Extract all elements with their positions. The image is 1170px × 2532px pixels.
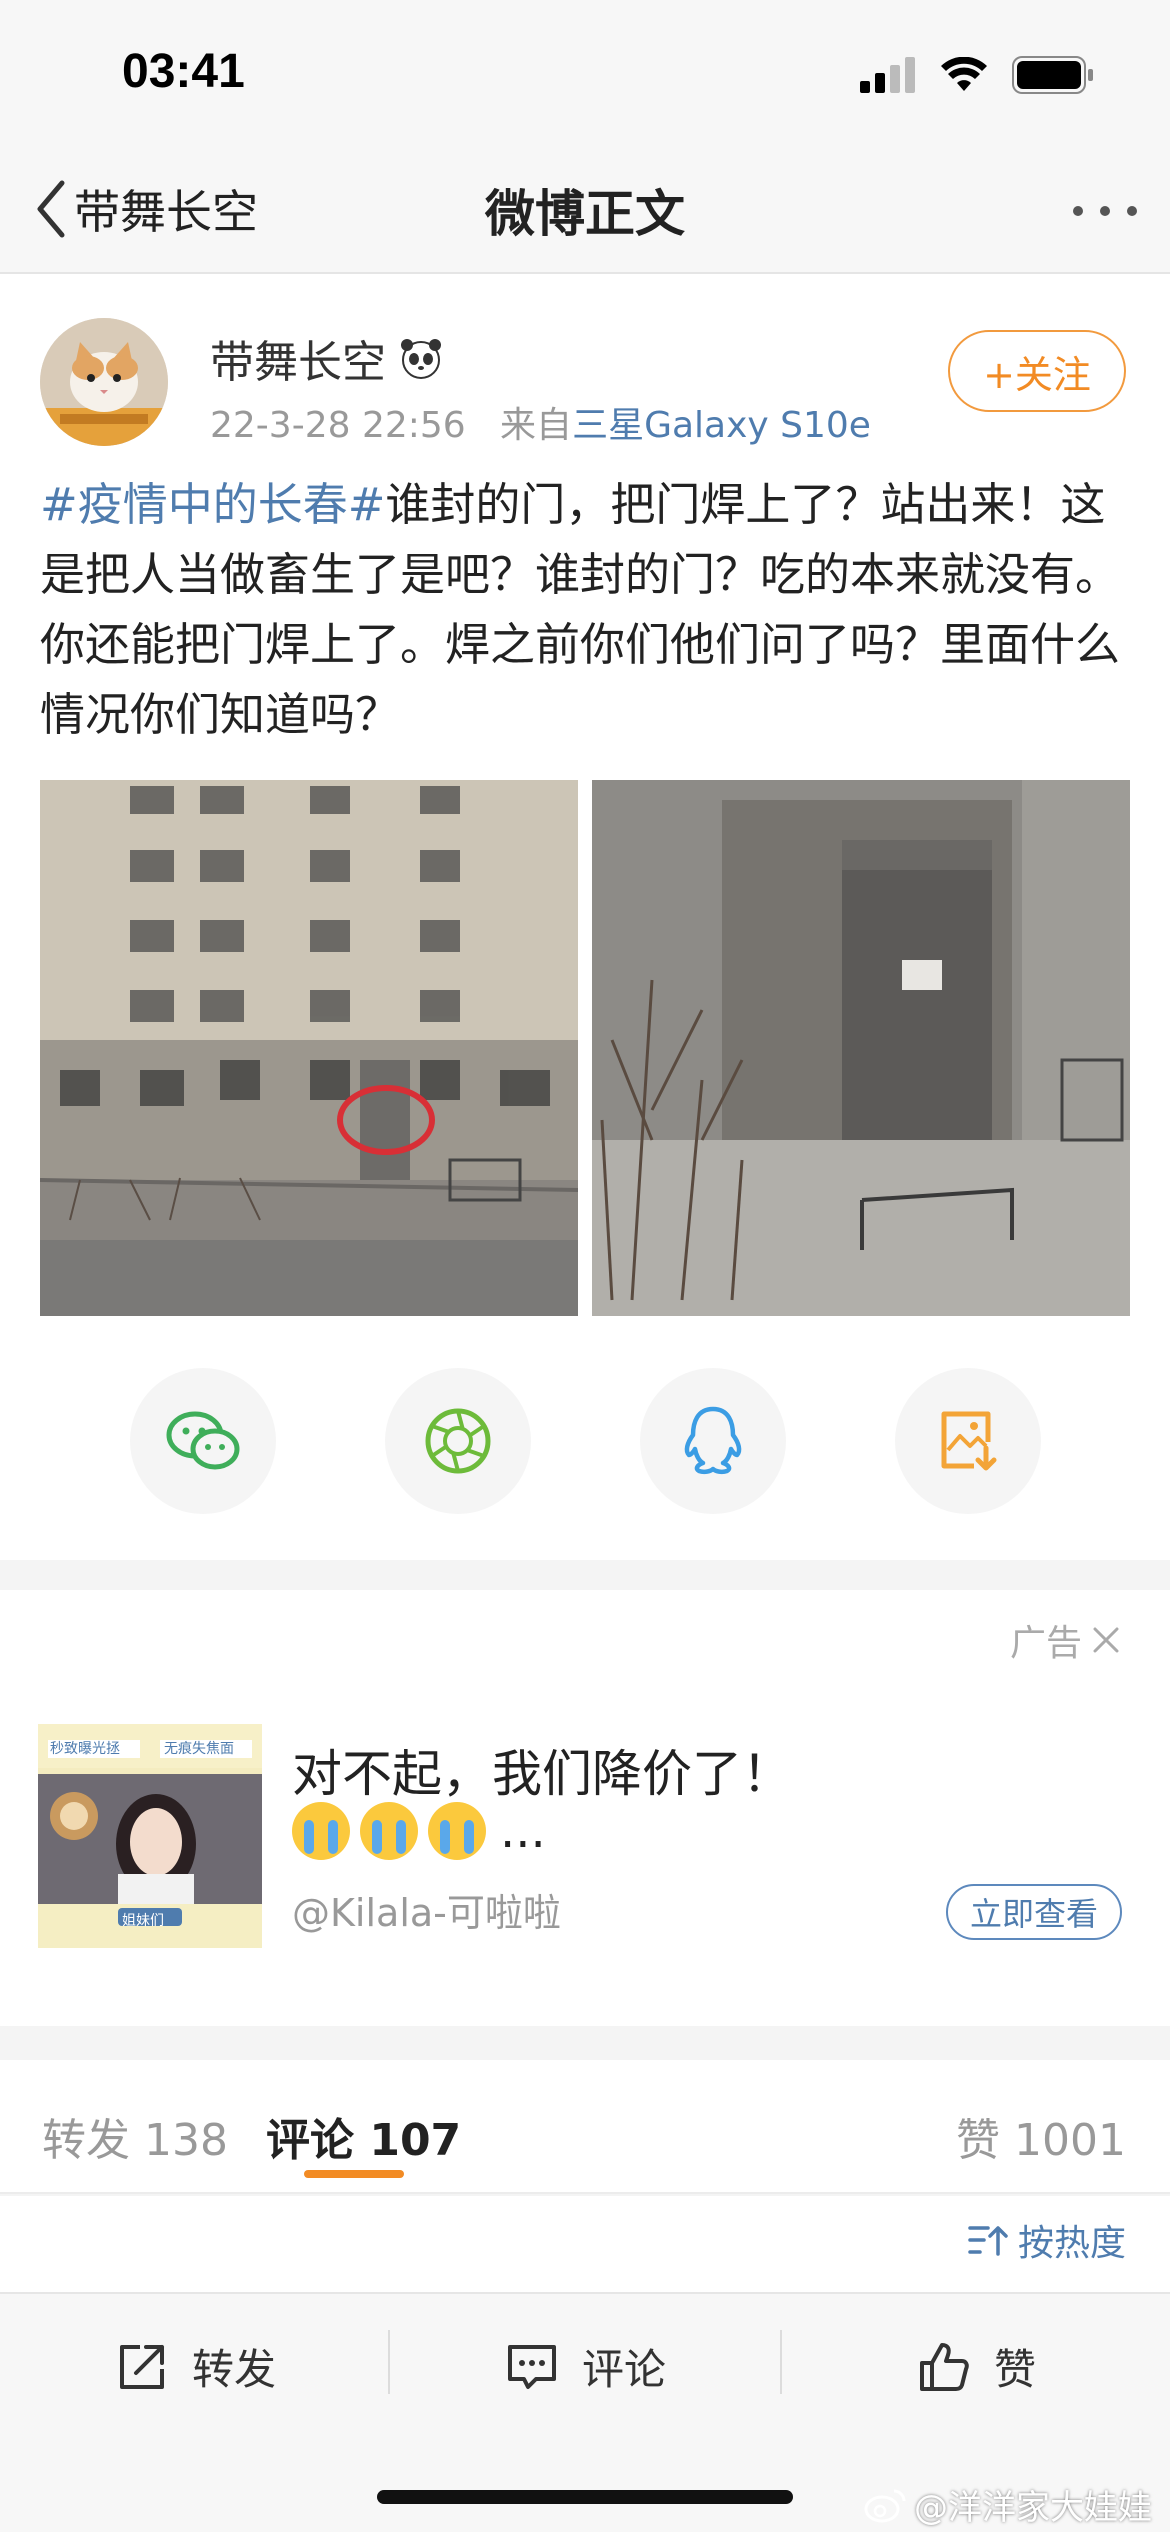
author-name-text: 带舞长空 <box>210 337 386 388</box>
repost-button[interactable]: 转发 <box>116 2336 276 2397</box>
post-timestamp: 22-3-28 22:56 <box>210 405 466 446</box>
navigation-bar: 带舞长空 微博正文 <box>0 150 1170 274</box>
crying-emoji-icon <box>428 1802 486 1860</box>
share-row <box>0 1368 1170 1516</box>
ad-emoji-row: ... <box>292 1802 546 1860</box>
post-photo-1[interactable] <box>40 780 578 1316</box>
ad-account: @Kilala-可啦啦 <box>292 1891 561 1935</box>
ad-card[interactable]: 广告 秒致曝光拯 无痕失焦面 姐妹们 对不起，我们降价了！ ... @Kilal… <box>0 1590 1170 2026</box>
tab-comments-count: 107 <box>369 2115 462 2166</box>
repost-label: 转发 <box>192 2345 277 2394</box>
crying-emoji-icon <box>360 1802 418 1860</box>
page-title: 微博正文 <box>485 185 685 243</box>
ad-thumbnail[interactable]: 秒致曝光拯 无痕失焦面 姐妹们 <box>38 1724 262 1948</box>
crying-emoji-icon <box>292 1802 350 1860</box>
source-prefix: 来自 <box>500 405 573 446</box>
watermark-text: @洋洋家大娃娃 <box>914 2488 1152 2528</box>
tab-comments[interactable]: 评论 107 <box>266 2104 461 2168</box>
weibo-logo-icon <box>864 2489 906 2522</box>
status-bar: 03:41 <box>0 0 1170 150</box>
thumbs-up-icon <box>920 2342 969 2391</box>
post-card: 带舞长空 22-3-28 22:56 来自三星Galaxy S10e +关注 #… <box>0 274 1170 1560</box>
status-icons <box>860 56 1094 94</box>
sort-row: 按热度 <box>0 2196 1170 2292</box>
comment-label: 评论 <box>582 2345 667 2394</box>
ad-view-now-button[interactable]: 立即查看 <box>946 1884 1122 1940</box>
sort-label: 按热度 <box>1017 2223 1126 2264</box>
moments-icon <box>425 1408 491 1474</box>
share-wechat-button[interactable] <box>130 1368 276 1514</box>
repost-icon <box>120 2344 164 2389</box>
cellular-signal-icon <box>860 57 915 93</box>
active-tab-indicator <box>304 2170 404 2178</box>
hashtag-link[interactable]: #疫情中的长春# <box>40 478 385 531</box>
follow-button[interactable]: +关注 <box>948 330 1126 412</box>
ad-thumb-badge: 姐妹们 <box>122 1912 164 1928</box>
save-image-button[interactable] <box>895 1368 1041 1514</box>
tab-likes-count: 1001 <box>1014 2115 1126 2166</box>
home-indicator[interactable] <box>377 2490 793 2504</box>
post-text: #疫情中的长春#谁封的门，把门焊上了？站出来！这是把人当做畜生了是吧？谁封的门？… <box>40 470 1134 750</box>
like-label: 赞 <box>994 2345 1037 2394</box>
source-device-link[interactable]: 三星Galaxy S10e <box>572 405 871 446</box>
tab-reposts-label: 转发 <box>42 2115 130 2166</box>
building-door-photo <box>40 780 578 1316</box>
author-avatar[interactable] <box>40 318 168 446</box>
panda-badge-icon <box>401 339 441 379</box>
ad-thumb-left-caption: 秒致曝光拯 <box>50 1740 120 1756</box>
bottom-divider <box>780 2330 782 2394</box>
watermark: @洋洋家大娃娃 <box>864 2480 1152 2529</box>
more-options-button[interactable] <box>1070 184 1140 244</box>
comment-button[interactable]: 评论 <box>506 2336 666 2397</box>
interaction-tabs: 转发 138 评论 107 赞 1001 <box>0 2060 1170 2194</box>
sort-by-popularity-button[interactable]: 按热度 <box>968 2214 1126 2266</box>
more-dots-icon <box>1073 206 1137 216</box>
tab-likes[interactable]: 赞 1001 <box>956 2104 1126 2168</box>
tab-reposts-count: 138 <box>144 2115 228 2166</box>
post-photo-2[interactable] <box>592 780 1130 1316</box>
ad-title: 对不起，我们降价了！ <box>292 1745 792 1803</box>
sort-icon <box>968 2226 1008 2256</box>
post-meta: 22-3-28 22:56 来自三星Galaxy S10e <box>210 396 871 448</box>
wifi-icon <box>941 57 987 91</box>
author-name[interactable]: 带舞长空 <box>210 326 444 390</box>
battery-icon <box>1012 56 1093 94</box>
status-time: 03:41 <box>122 45 245 98</box>
ad-tag[interactable]: 广告 <box>1010 1614 1122 1666</box>
share-qq-button[interactable] <box>640 1368 786 1514</box>
save-image-icon <box>941 1411 997 1471</box>
like-button[interactable]: 赞 <box>918 2336 1036 2397</box>
tab-likes-label: 赞 <box>956 2115 1001 2166</box>
bottom-divider <box>388 2330 390 2394</box>
ad-thumb-right-caption: 无痕失焦面 <box>164 1740 234 1756</box>
tab-comments-label: 评论 <box>266 2115 354 2166</box>
qq-icon <box>684 1406 742 1475</box>
welded-door-photo <box>592 780 1130 1316</box>
comment-icon <box>508 2344 556 2389</box>
bottom-action-bar: 转发 评论 赞 @洋洋家大娃娃 <box>0 2292 1170 2532</box>
tab-reposts[interactable]: 转发 138 <box>42 2104 228 2168</box>
close-icon <box>1093 1627 1119 1653</box>
ad-tag-label: 广告 <box>1009 1623 1082 1664</box>
cat-avatar-image <box>40 318 168 446</box>
wechat-icon <box>166 1411 240 1470</box>
ad-ellipsis: ... <box>500 1803 546 1859</box>
share-moments-button[interactable] <box>385 1368 531 1514</box>
